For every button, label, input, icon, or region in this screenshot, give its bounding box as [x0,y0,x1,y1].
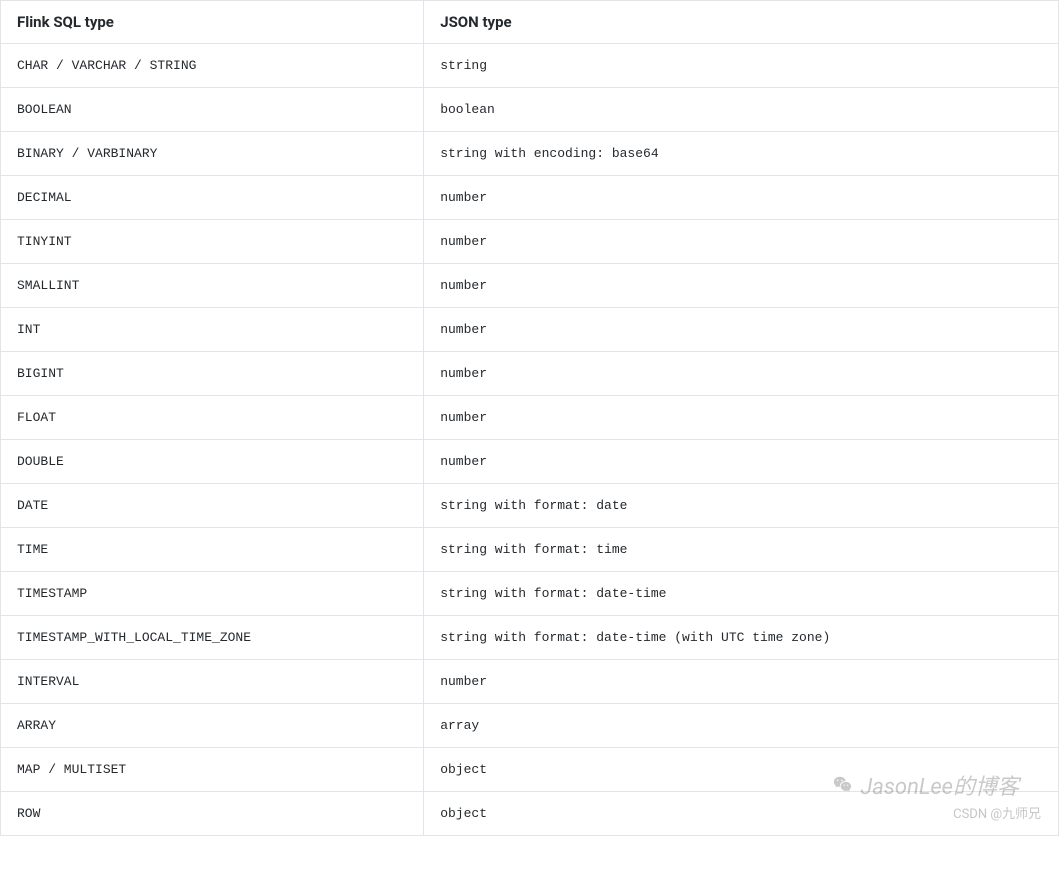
cell-flink-type: SMALLINT [1,264,424,308]
table-row: INTnumber [1,308,1059,352]
cell-json-type: number [424,264,1059,308]
table-row: DECIMALnumber [1,176,1059,220]
cell-flink-type: TIMESTAMP [1,572,424,616]
table-body: CHAR / VARCHAR / STRINGstringBOOLEANbool… [1,44,1059,836]
cell-json-type: object [424,792,1059,836]
cell-json-type: number [424,660,1059,704]
table-row: ROWobject [1,792,1059,836]
cell-json-type: number [424,352,1059,396]
cell-json-type: number [424,220,1059,264]
cell-flink-type: DOUBLE [1,440,424,484]
cell-json-type: number [424,440,1059,484]
cell-json-type: number [424,176,1059,220]
type-mapping-table: Flink SQL type JSON type CHAR / VARCHAR … [0,0,1059,836]
cell-flink-type: BIGINT [1,352,424,396]
cell-flink-type: ARRAY [1,704,424,748]
table-row: TIMESTAMP_WITH_LOCAL_TIME_ZONEstring wit… [1,616,1059,660]
table-row: BOOLEANboolean [1,88,1059,132]
cell-flink-type: FLOAT [1,396,424,440]
cell-flink-type: CHAR / VARCHAR / STRING [1,44,424,88]
cell-json-type: string with format: date [424,484,1059,528]
header-flink-sql-type: Flink SQL type [1,1,424,44]
cell-json-type: array [424,704,1059,748]
table-row: SMALLINTnumber [1,264,1059,308]
cell-json-type: string [424,44,1059,88]
table-row: MAP / MULTISETobject [1,748,1059,792]
table-row: BIGINTnumber [1,352,1059,396]
cell-json-type: string with format: time [424,528,1059,572]
cell-json-type: number [424,308,1059,352]
header-json-type: JSON type [424,1,1059,44]
cell-flink-type: BOOLEAN [1,88,424,132]
cell-flink-type: INT [1,308,424,352]
table-row: TINYINTnumber [1,220,1059,264]
cell-flink-type: BINARY / VARBINARY [1,132,424,176]
table-row: DOUBLEnumber [1,440,1059,484]
table-row: TIMESTAMPstring with format: date-time [1,572,1059,616]
cell-flink-type: ROW [1,792,424,836]
cell-json-type: number [424,396,1059,440]
cell-json-type: boolean [424,88,1059,132]
table-row: TIMEstring with format: time [1,528,1059,572]
cell-flink-type: DATE [1,484,424,528]
cell-flink-type: DECIMAL [1,176,424,220]
table-header-row: Flink SQL type JSON type [1,1,1059,44]
table-row: CHAR / VARCHAR / STRINGstring [1,44,1059,88]
cell-json-type: string with format: date-time [424,572,1059,616]
table-row: BINARY / VARBINARYstring with encoding: … [1,132,1059,176]
cell-json-type: object [424,748,1059,792]
cell-flink-type: TIMESTAMP_WITH_LOCAL_TIME_ZONE [1,616,424,660]
cell-flink-type: INTERVAL [1,660,424,704]
cell-flink-type: TINYINT [1,220,424,264]
cell-json-type: string with format: date-time (with UTC … [424,616,1059,660]
cell-flink-type: MAP / MULTISET [1,748,424,792]
table-row: INTERVALnumber [1,660,1059,704]
cell-json-type: string with encoding: base64 [424,132,1059,176]
table-row: ARRAYarray [1,704,1059,748]
cell-flink-type: TIME [1,528,424,572]
table-row: DATEstring with format: date [1,484,1059,528]
table-row: FLOATnumber [1,396,1059,440]
